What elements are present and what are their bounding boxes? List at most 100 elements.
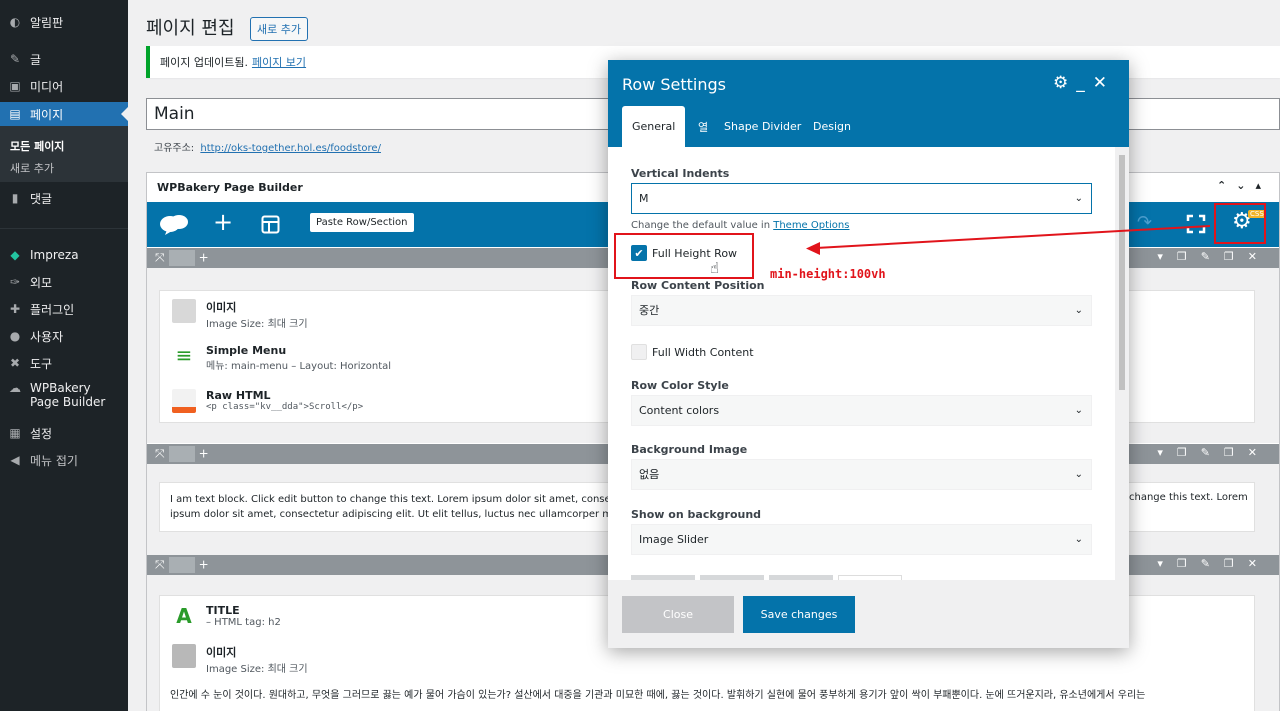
select-value: M [639, 192, 649, 205]
annotation-text: min-height:100vh [770, 267, 886, 281]
move-row-icon[interactable]: ⤧ [155, 558, 165, 572]
view-page-link[interactable]: 페이지 보기 [252, 54, 306, 70]
add-column-icon[interactable]: + [199, 447, 209, 461]
tab-general[interactable]: General [622, 106, 686, 147]
save-changes-button[interactable]: Save changes [743, 596, 855, 633]
element-title: Simple Menu [206, 344, 287, 357]
dashboard-icon: ◐ [9, 15, 21, 29]
sidebar-item-label: 미디어 [30, 79, 64, 94]
chevron-down-icon: ⌄ [1074, 534, 1083, 545]
sidebar-item-label: Impreza [30, 248, 79, 262]
bg-image-select[interactable]: 없음 ⌄ [631, 459, 1092, 490]
permalink-link[interactable]: http://oks-together.hol.es/foodstore/ [200, 143, 381, 154]
settings-icon: ▦ [9, 426, 21, 440]
close-icon[interactable]: ✕ [1093, 73, 1115, 93]
paste-row-button[interactable]: Paste Row/Section [310, 213, 414, 232]
element-subtitle: Image Size: 최대 크기 [206, 319, 308, 330]
element-title-text: TITLE [206, 604, 240, 617]
template-icon[interactable] [261, 215, 280, 234]
move-row-icon[interactable]: ⤧ [155, 447, 165, 461]
image-icon [172, 644, 196, 668]
highlight-full-height [614, 233, 754, 279]
gear-icon[interactable]: ⚙ [1053, 73, 1076, 93]
select-value: Image Slider [639, 533, 709, 546]
box-controls[interactable]: ⌃⌄▴ [1217, 179, 1271, 192]
brush-icon: ✑ [9, 275, 21, 289]
add-new-button[interactable]: 새로 추가 [250, 17, 308, 41]
text-block-right: change this text. Lorem [1129, 492, 1248, 503]
sidebar-item-users[interactable]: ● 사용자 [0, 324, 128, 348]
element-subtitle: – HTML tag: h2 [206, 617, 281, 628]
sidebar-item-media[interactable]: ▣ 미디어 [0, 74, 128, 98]
add-column-icon[interactable]: + [199, 251, 209, 265]
sidebar-item-appearance[interactable]: ✑ 외모 [0, 270, 128, 294]
checkbox-unchecked-icon [631, 344, 647, 360]
select-value: 중간 [639, 304, 660, 317]
submenu-all-pages[interactable]: 모든 페이지 [10, 138, 64, 154]
sidebar-item-label: 페이지 [30, 107, 64, 122]
sidebar-item-impreza[interactable]: ◆ Impreza [0, 243, 128, 267]
element-raw-html[interactable]: Raw HTML <p class="kv__dda">Scroll</p> [172, 389, 363, 413]
sidebar-item-label: 사용자 [30, 329, 64, 344]
tab-design[interactable]: Design [803, 106, 861, 147]
pages-submenu: 모든 페이지 새로 추가 [0, 126, 128, 182]
modal-scrollbar[interactable] [1115, 147, 1129, 580]
pages-icon: ▤ [9, 107, 21, 121]
sidebar-collapse[interactable]: ◀ 메뉴 접기 [0, 448, 128, 472]
color-style-label: Row Color Style [631, 379, 729, 392]
row-drag-handle[interactable] [168, 446, 195, 462]
show-bg-select[interactable]: Image Slider ⌄ [631, 524, 1092, 555]
tab-shape-divider[interactable]: Shape Divider [714, 106, 811, 147]
sidebar-item-tools[interactable]: ✖ 도구 [0, 351, 128, 375]
row-drag-handle[interactable] [168, 557, 195, 573]
add-column-icon[interactable]: + [199, 558, 209, 572]
modal-header: Row Settings ⚙_✕ General 열 Shape Divider… [608, 60, 1129, 147]
sidebar-item-comments[interactable]: ▮ 댓글 [0, 186, 128, 210]
annotation-arrow-icon [806, 225, 1211, 255]
cloud-icon: ☁ [9, 381, 21, 395]
element-subtitle: <p class="kv__dda">Scroll</p> [206, 402, 364, 412]
sidebar-item-label: 알림판 [30, 15, 64, 30]
element-simple-menu[interactable]: ≡ Simple Menu 메뉴: main-menu – Layout: Hor… [172, 344, 391, 372]
modal-controls: ⚙_✕ [1053, 73, 1115, 93]
comments-icon: ▮ [11, 191, 19, 205]
chevron-down-icon: ⌄ [1074, 305, 1083, 316]
diamond-icon: ◆ [10, 248, 20, 262]
sidebar-item-dashboard[interactable]: ◐ 알림판 [0, 10, 128, 34]
wpbakery-logo-icon[interactable] [159, 213, 189, 235]
user-icon: ● [9, 329, 21, 343]
menu-icon: ≡ [175, 343, 193, 367]
sidebar-item-label: 설정 [30, 426, 53, 441]
show-bg-label: Show on background [631, 508, 762, 521]
text-line: ipsum dolor sit amet, consectetur adipis… [170, 509, 662, 520]
content-position-select[interactable]: 중간 ⌄ [631, 295, 1092, 326]
html-file-icon [172, 389, 196, 413]
element-title[interactable]: A TITLE – HTML tag: h2 [172, 604, 281, 628]
highlight-settings-gear [1214, 203, 1266, 244]
move-row-icon[interactable]: ⤧ [155, 251, 165, 265]
sidebar-item-plugins[interactable]: ✚ 플러그인 [0, 297, 128, 321]
add-element-icon[interactable]: + [213, 210, 233, 234]
modal-body: Vertical Indents M ⌄ Change the default v… [608, 147, 1115, 580]
row-action-icons[interactable]: ▾❐✎❐✕ [1157, 557, 1271, 570]
element-title: 이미지 [206, 646, 237, 659]
sidebar-item-wpbakery[interactable]: ☁ WPBakery Page Builder [0, 381, 128, 411]
pin-icon: ✎ [9, 52, 21, 66]
color-style-select[interactable]: Content colors ⌄ [631, 395, 1092, 426]
scrollbar-thumb[interactable] [1119, 155, 1125, 390]
element-image[interactable]: 이미지 Image Size: 최대 크기 [172, 299, 308, 330]
sidebar-item-settings[interactable]: ▦ 설정 [0, 421, 128, 445]
submenu-add-new[interactable]: 새로 추가 [10, 160, 54, 176]
close-button[interactable]: Close [622, 596, 734, 633]
content-position-label: Row Content Position [631, 279, 765, 292]
full-width-checkbox[interactable]: Full Width Content [631, 344, 754, 360]
sidebar-item-posts[interactable]: ✎ 글 [0, 47, 128, 71]
row-action-icons[interactable]: ▾❐✎❐✕ [1157, 446, 1271, 459]
row-drag-handle[interactable] [168, 250, 195, 266]
minimize-icon[interactable]: _ [1076, 73, 1093, 93]
vertical-indents-select[interactable]: M ⌄ [631, 183, 1092, 214]
element-title: 이미지 [206, 301, 237, 314]
hint-text: Change the default value in [631, 220, 771, 231]
element-image[interactable]: 이미지 Image Size: 최대 크기 [172, 644, 308, 675]
sidebar-item-pages[interactable]: ▤ 페이지 [0, 102, 128, 126]
